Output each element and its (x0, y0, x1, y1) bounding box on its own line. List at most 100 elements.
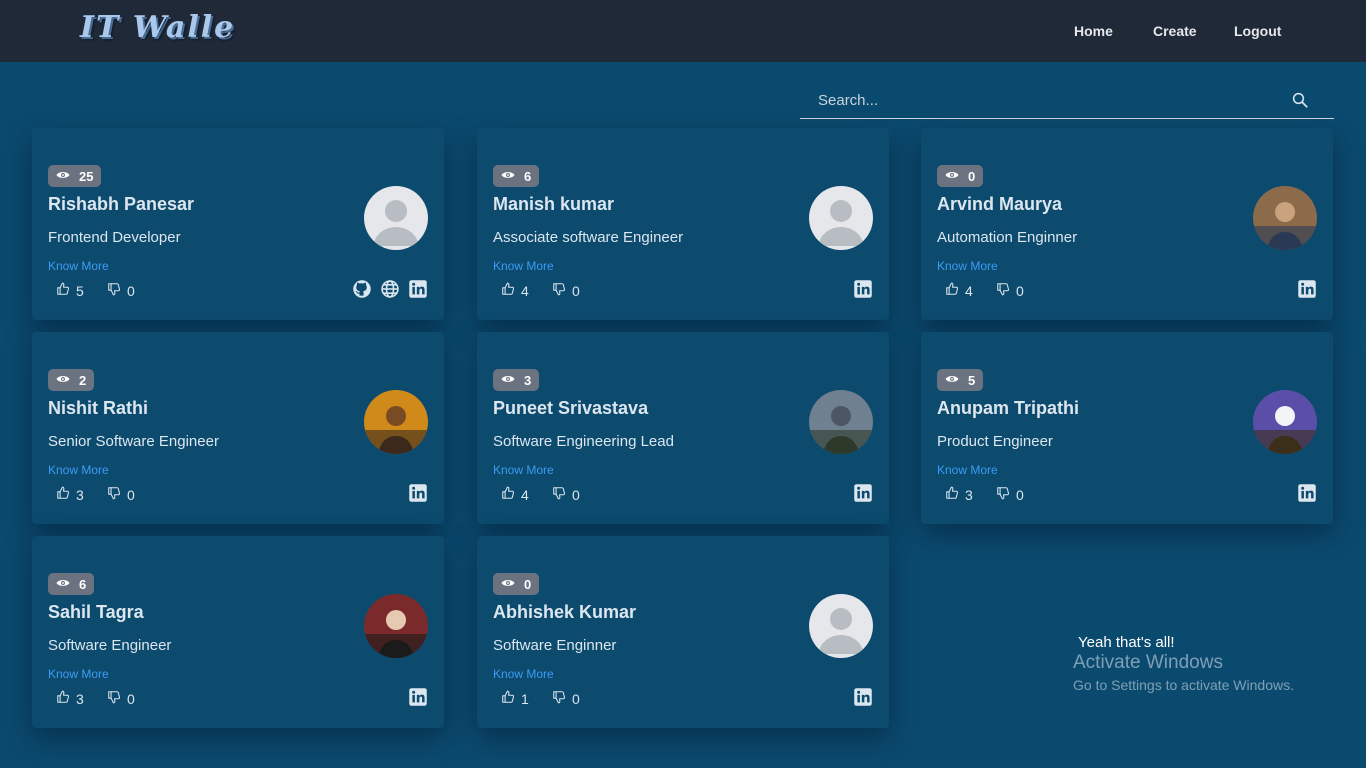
profile-name: Puneet Srivastava (493, 398, 649, 418)
know-more-link[interactable]: Know More (493, 259, 554, 273)
profile-card: 0 Abhishek Kumar Software Enginner Know Mor… (477, 536, 889, 728)
dislike-button[interactable]: 0 (996, 486, 1024, 503)
eye-icon (501, 168, 515, 185)
dislike-button[interactable]: 0 (552, 486, 580, 503)
view-count-badge: 5 (937, 369, 984, 391)
eye-icon (945, 372, 959, 389)
view-count: 6 (79, 576, 87, 592)
know-more-link[interactable]: Know More (937, 463, 998, 477)
photo-avatar (809, 390, 873, 454)
profile-card: 2 Nishit Rathi Senior Software Engineer Kno… (32, 332, 444, 524)
linkedin-icon[interactable] (408, 279, 428, 299)
profile-name: Arvind Maurya (937, 194, 1063, 214)
dislike-count: 0 (1016, 486, 1024, 503)
like-button[interactable]: 5 (56, 282, 84, 299)
social-links (352, 279, 428, 299)
thumbs-up-icon (56, 690, 70, 707)
linkedin-icon[interactable] (1297, 483, 1317, 503)
thumbs-down-icon (107, 282, 121, 299)
know-more-link[interactable]: Know More (493, 463, 554, 477)
view-count-badge: 6 (48, 573, 95, 595)
know-more-link[interactable]: Know More (48, 667, 109, 681)
view-count: 2 (79, 372, 87, 388)
eye-icon (56, 576, 70, 593)
like-count: 4 (521, 486, 529, 503)
thumbs-down-icon (107, 486, 121, 503)
know-more-link[interactable]: Know More (493, 667, 554, 681)
view-count-badge: 3 (493, 369, 540, 391)
social-links (853, 687, 873, 707)
profile-name: Nishit Rathi (48, 398, 149, 418)
default-avatar (364, 186, 428, 250)
globe-icon[interactable] (380, 279, 400, 299)
activate-windows-title: Activate Windows (1073, 652, 1223, 673)
photo-avatar (1253, 186, 1317, 250)
profile-name: Rishabh Panesar (48, 194, 195, 214)
linkedin-icon[interactable] (853, 279, 873, 299)
like-count: 4 (521, 282, 529, 299)
thumbs-up-icon (501, 486, 515, 503)
top-navbar: IT Walle Home Create Logout (0, 0, 1366, 62)
like-count: 3 (76, 486, 84, 503)
thumbs-down-icon (552, 486, 566, 503)
like-count: 1 (521, 690, 529, 707)
github-icon[interactable] (352, 279, 372, 299)
social-links (408, 687, 428, 707)
nav-create-link[interactable]: Create (1153, 23, 1197, 39)
linkedin-icon[interactable] (853, 483, 873, 503)
like-button[interactable]: 3 (945, 486, 973, 503)
nav-home-link[interactable]: Home (1074, 23, 1113, 39)
thumbs-up-icon (501, 282, 515, 299)
profile-card: 5 Anupam Tripathi Product Engineer Know Mor… (921, 332, 1333, 524)
linkedin-icon[interactable] (1297, 279, 1317, 299)
like-count: 3 (76, 690, 84, 707)
brand-logo[interactable]: IT Walle (80, 10, 235, 45)
dislike-button[interactable]: 0 (107, 486, 135, 503)
dislike-count: 0 (572, 282, 580, 299)
linkedin-icon[interactable] (853, 687, 873, 707)
eye-icon (501, 576, 515, 593)
thumbs-down-icon (552, 282, 566, 299)
view-count: 0 (524, 576, 532, 592)
view-count-badge: 0 (937, 165, 984, 187)
nav-logout-link[interactable]: Logout (1234, 23, 1281, 39)
dislike-count: 0 (572, 486, 580, 503)
photo-avatar (364, 594, 428, 658)
photo-avatar (1253, 390, 1317, 454)
like-button[interactable]: 4 (501, 486, 529, 503)
search-input[interactable] (816, 88, 1280, 112)
profile-role: Associate software Engineer (493, 229, 684, 246)
like-button[interactable]: 3 (56, 690, 84, 707)
view-count: 5 (968, 372, 976, 388)
dislike-button[interactable]: 0 (996, 282, 1024, 299)
view-count-badge: 0 (493, 573, 540, 595)
search-bar (800, 82, 1334, 119)
dislike-button[interactable]: 0 (552, 282, 580, 299)
view-count: 6 (524, 168, 532, 184)
linkedin-icon[interactable] (408, 687, 428, 707)
profile-card: 25 Rishabh Panesar Frontend Developer Know … (32, 128, 444, 320)
activate-windows-subtitle: Go to Settings to activate Windows. (1073, 677, 1294, 693)
profile-card: 6 Sahil Tagra Software Engineer Know More 3 0 (32, 536, 444, 728)
profile-card: 0 Arvind Maurya Automation Enginner Know Mo… (921, 128, 1333, 320)
eye-icon (501, 372, 515, 389)
like-button[interactable]: 4 (945, 282, 973, 299)
know-more-link[interactable]: Know More (937, 259, 998, 273)
know-more-link[interactable]: Know More (48, 259, 109, 273)
end-of-list-message: Yeah that's all! (1078, 634, 1175, 651)
dislike-count: 0 (127, 486, 135, 503)
dislike-button[interactable]: 0 (107, 282, 135, 299)
like-button[interactable]: 4 (501, 282, 529, 299)
like-button[interactable]: 3 (56, 486, 84, 503)
know-more-link[interactable]: Know More (48, 463, 109, 477)
profile-name: Anupam Tripathi (937, 398, 1080, 418)
dislike-button[interactable]: 0 (107, 690, 135, 707)
thumbs-up-icon (501, 690, 515, 707)
dislike-count: 0 (127, 282, 135, 299)
like-button[interactable]: 1 (501, 690, 529, 707)
search-icon[interactable] (1291, 91, 1309, 109)
default-avatar (809, 594, 873, 658)
dislike-count: 0 (572, 690, 580, 707)
linkedin-icon[interactable] (408, 483, 428, 503)
dislike-button[interactable]: 0 (552, 690, 580, 707)
